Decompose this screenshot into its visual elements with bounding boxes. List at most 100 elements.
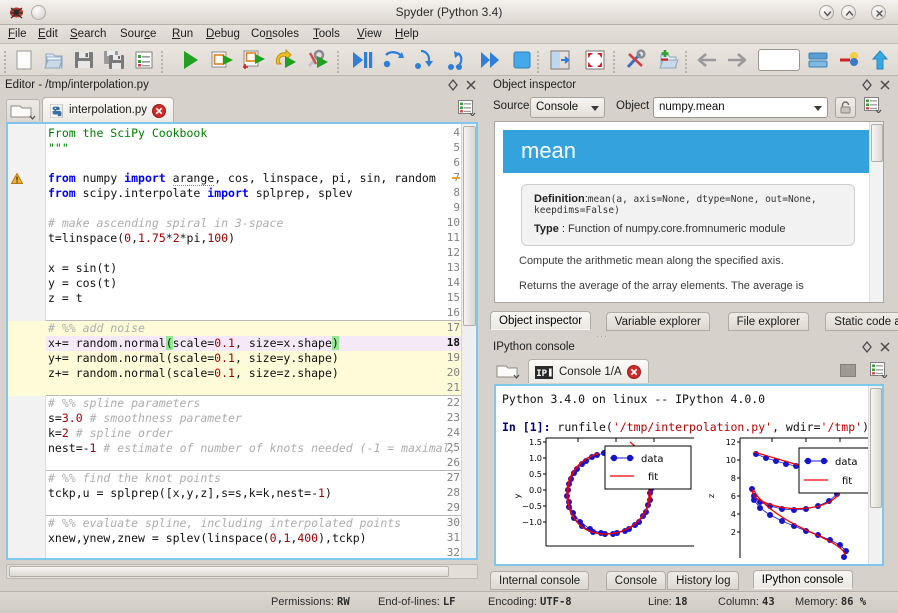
- menu-view[interactable]: View: [355, 28, 384, 40]
- code-line[interactable]: y = cos(t): [48, 276, 117, 290]
- save-file-icon[interactable]: [72, 48, 96, 72]
- parent-dir-icon[interactable]: [838, 48, 862, 72]
- configure-run-icon[interactable]: [306, 48, 330, 72]
- editor-vertical-scrollbar[interactable]: [461, 124, 476, 558]
- lock-icon[interactable]: [835, 97, 856, 118]
- code-line[interactable]: x+= random.normal(scale=0.1, size=x.shap…: [48, 336, 339, 350]
- object-combo[interactable]: numpy.mean: [653, 97, 828, 118]
- ipython-console-tab[interactable]: IP Console 1/A: [528, 359, 649, 383]
- code-line[interactable]: z = t: [48, 291, 83, 305]
- open-file-icon[interactable]: [42, 48, 66, 72]
- undock-icon[interactable]: [446, 78, 460, 92]
- code-line[interactable]: y+= random.normal(scale=0.1, size=y.shap…: [48, 351, 339, 365]
- undock-icon[interactable]: [860, 340, 874, 354]
- object-inspector-content[interactable]: mean Definition:mean(a, axis=None, dtype…: [494, 121, 884, 303]
- code-line[interactable]: z+= random.normal(scale=0.1, size=z.shap…: [48, 366, 339, 380]
- code-line[interactable]: from numpy import arange, cos, linspace,…: [48, 171, 436, 185]
- run-selection-icon[interactable]: [274, 48, 298, 72]
- toolbar-grip[interactable]: [336, 49, 341, 71]
- code-line[interactable]: # %% find the knot points: [48, 471, 221, 485]
- tab-console[interactable]: Console: [606, 571, 666, 590]
- step-into-icon[interactable]: [414, 48, 438, 72]
- close-icon[interactable]: [871, 5, 886, 20]
- tab-static-code-analysis[interactable]: Static code analysis: [825, 312, 898, 331]
- menu-consoles[interactable]: Consoles: [249, 28, 301, 40]
- tab-history-log[interactable]: History log: [667, 571, 739, 590]
- code-line[interactable]: # %% evaluate spline, including interpol…: [48, 516, 401, 530]
- close-icon[interactable]: [878, 78, 892, 92]
- code-editor[interactable]: 4From the SciPy Cookbook5"""67from numpy…: [6, 122, 478, 560]
- editor-file-tab[interactable]: interpolation.py: [42, 97, 174, 122]
- code-line[interactable]: tckp,u = splprep([x,y,z],s=s,k=k,nest=-1…: [48, 486, 332, 500]
- tab-object-inspector[interactable]: Object inspector: [490, 311, 591, 330]
- code-line[interactable]: x = sin(t): [48, 261, 117, 275]
- menu-edit[interactable]: Edit: [36, 28, 60, 40]
- browse-tabs-icon[interactable]: [494, 361, 524, 382]
- scrollbar-thumb[interactable]: [870, 388, 882, 508]
- doc-vertical-scrollbar[interactable]: [869, 122, 883, 302]
- ipython-console-output[interactable]: Python 3.4.0 on linux -- IPython 4.0.0 I…: [494, 384, 884, 566]
- options-icon[interactable]: [870, 362, 890, 380]
- close-tab-icon[interactable]: [152, 104, 166, 118]
- menu-search[interactable]: Search: [68, 28, 108, 40]
- tab-ipython-console[interactable]: IPython console: [753, 570, 853, 589]
- code-line[interactable]: # %% add noise: [48, 321, 145, 335]
- code-line[interactable]: t=linspace(0,1.75*2*pi,100): [48, 231, 235, 245]
- run-file-icon[interactable]: [178, 48, 202, 72]
- code-line[interactable]: from scipy.interpolate import splprep, s…: [48, 186, 353, 200]
- fullscreen-icon[interactable]: [583, 48, 607, 72]
- code-line[interactable]: From the SciPy Cookbook: [48, 126, 207, 140]
- new-file-icon[interactable]: [12, 48, 36, 72]
- menu-file[interactable]: File: [6, 28, 29, 40]
- pythonpath-icon[interactable]: [656, 48, 680, 72]
- code-editor-viewport[interactable]: 4From the SciPy Cookbook5"""67from numpy…: [8, 124, 463, 558]
- step-over-icon[interactable]: [382, 48, 406, 72]
- close-icon[interactable]: [878, 340, 892, 354]
- warning-icon[interactable]: [11, 173, 23, 185]
- toolbar-grip[interactable]: [684, 49, 689, 71]
- tab-internal-console[interactable]: Internal console: [490, 571, 589, 590]
- save-all-icon[interactable]: [102, 48, 126, 72]
- menu-source[interactable]: Source: [118, 28, 158, 40]
- menu-debug[interactable]: Debug: [204, 28, 242, 40]
- options-icon[interactable]: [864, 97, 884, 115]
- scrollbar-thumb[interactable]: [871, 124, 883, 162]
- working-directory-combo[interactable]: [758, 49, 800, 71]
- toolbar-grip[interactable]: [160, 49, 165, 71]
- code-line[interactable]: # %% spline parameters: [48, 396, 200, 410]
- up-arrow-icon[interactable]: [868, 48, 892, 72]
- browse-dir-icon[interactable]: [806, 48, 830, 72]
- tab-file-explorer[interactable]: File explorer: [728, 312, 809, 331]
- scrollbar-thumb[interactable]: [463, 126, 476, 326]
- browse-tabs-icon[interactable]: [6, 99, 40, 121]
- step-return-icon[interactable]: [446, 48, 470, 72]
- code-line[interactable]: xnew,ynew,znew = splev(linspace(0,1,400)…: [48, 531, 367, 545]
- maximize-icon[interactable]: [841, 5, 856, 20]
- scrollbar-thumb[interactable]: [9, 566, 449, 577]
- menu-tools[interactable]: Tools: [311, 28, 342, 40]
- code-line[interactable]: s=3.0 # smoothness parameter: [48, 411, 242, 425]
- source-combo[interactable]: Console: [530, 97, 605, 118]
- back-arrow-icon[interactable]: [694, 48, 718, 72]
- menu-run[interactable]: Run: [170, 28, 195, 40]
- stop-icon[interactable]: [840, 364, 856, 377]
- code-line[interactable]: # make ascending spiral in 3-space: [48, 216, 283, 230]
- menu-help[interactable]: Help: [393, 28, 421, 40]
- preferences-icon[interactable]: [624, 48, 648, 72]
- continue-icon[interactable]: [478, 48, 502, 72]
- code-line[interactable]: """: [48, 141, 69, 155]
- minimize-icon[interactable]: [819, 5, 834, 20]
- close-icon[interactable]: [464, 78, 478, 92]
- options-icon[interactable]: [458, 100, 478, 118]
- tab-variable-explorer[interactable]: Variable explorer: [606, 312, 710, 331]
- stop-debug-icon[interactable]: [510, 48, 534, 72]
- undock-icon[interactable]: [860, 78, 874, 92]
- run-cell-advance-icon[interactable]: [242, 48, 266, 72]
- editor-horizontal-scrollbar[interactable]: [6, 564, 478, 579]
- maximize-pane-icon[interactable]: [548, 48, 572, 72]
- code-line[interactable]: k=2 # spline order: [48, 426, 173, 440]
- debug-file-icon[interactable]: [350, 48, 374, 72]
- file-switcher-icon[interactable]: [132, 48, 156, 72]
- run-cell-icon[interactable]: [210, 48, 234, 72]
- toolbar-grip[interactable]: [536, 49, 541, 71]
